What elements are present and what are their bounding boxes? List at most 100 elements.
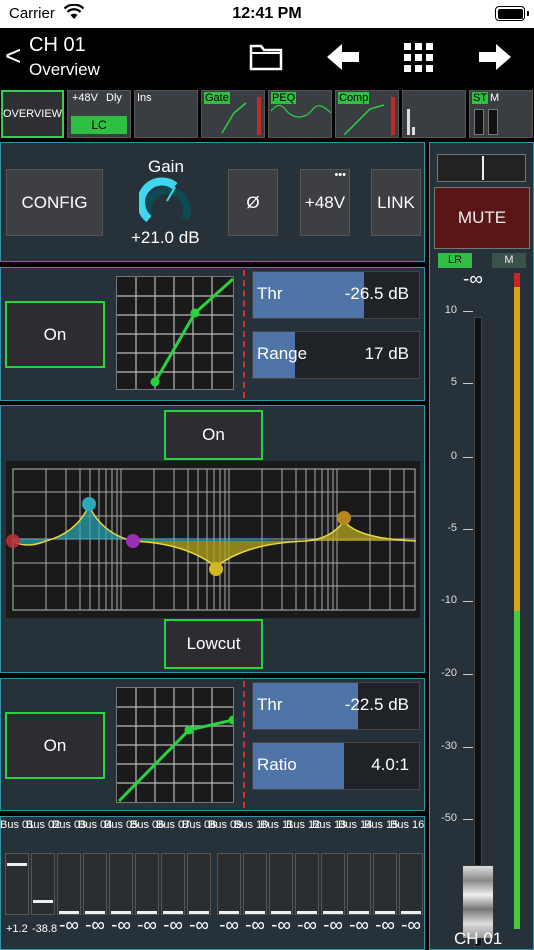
tab-preamp[interactable]: +48V Dly LC	[67, 90, 131, 138]
tab-overview[interactable]: OVERVIEW	[1, 90, 64, 138]
comp-ratio-param[interactable]: Ratio 4.0:1	[252, 742, 420, 790]
battery-icon	[495, 6, 525, 21]
bus-send-handle[interactable]	[349, 911, 369, 914]
back-chevron-icon[interactable]: <	[5, 42, 21, 70]
bus-send-fader[interactable]	[295, 853, 319, 915]
bus-send-fader[interactable]	[161, 853, 185, 915]
tab-peq[interactable]: PEQ	[268, 90, 332, 138]
fader-scale-tick	[463, 747, 473, 748]
fader-scale-label: -5	[447, 522, 457, 534]
eq-on-button[interactable]: On	[164, 410, 263, 460]
bus-send-fader[interactable]	[187, 853, 211, 915]
mono-assign-toggle[interactable]: M	[492, 253, 526, 268]
fader-scale-label: -10	[441, 594, 457, 606]
comp-on-button[interactable]: On	[5, 712, 105, 779]
pan-control[interactable]	[437, 154, 526, 182]
fader-scale-label: -30	[441, 740, 457, 752]
tab-comp[interactable]: Comp	[335, 90, 399, 138]
link-button[interactable]: LINK	[371, 169, 421, 236]
bus-send-handle[interactable]	[189, 911, 209, 914]
bus-send-fader[interactable]	[57, 853, 81, 915]
bus-send-handle[interactable]	[219, 911, 239, 914]
fader-track[interactable]	[474, 317, 482, 947]
bus-send-handle[interactable]	[297, 911, 317, 914]
bus-send-fader[interactable]	[217, 853, 241, 915]
level-meter	[514, 273, 520, 929]
config-button[interactable]: CONFIG	[6, 169, 103, 236]
channel-title[interactable]: CH 01	[29, 34, 86, 57]
lowcut-badge: LC	[71, 116, 127, 134]
bus-send-fader[interactable]	[5, 853, 29, 915]
bus-send-fader[interactable]	[83, 853, 107, 915]
tab-meter[interactable]	[402, 90, 466, 138]
gate-range-param[interactable]: Range 17 dB	[252, 331, 420, 379]
lowcut-button[interactable]: Lowcut	[164, 619, 263, 669]
bus-send-handle[interactable]	[401, 911, 421, 914]
header: < CH 01 Overview	[0, 28, 534, 88]
status-bar: Carrier 12:41 PM	[0, 0, 534, 28]
bus-send-fader[interactable]	[347, 853, 371, 915]
comp-curve-graph[interactable]	[116, 687, 234, 803]
gate-curve-graph[interactable]	[116, 276, 234, 390]
bus-send-handle[interactable]	[85, 911, 105, 914]
bus-send-fader[interactable]	[373, 853, 397, 915]
fader-panel: MUTE LR M -∞ 10 5 0 -5 -10 -20 -30 -50 CH 01	[429, 142, 534, 950]
comp-meter	[243, 681, 245, 808]
bus-send-fader[interactable]	[243, 853, 267, 915]
gain-value: +21.0 dB	[131, 228, 200, 247]
fader-handle[interactable]	[462, 865, 494, 939]
bus-send-handle[interactable]	[33, 899, 53, 903]
comp-threshold-param[interactable]: Thr -22.5 dB	[252, 682, 420, 730]
folder-icon[interactable]	[248, 40, 284, 74]
mute-button[interactable]: MUTE	[434, 187, 530, 249]
bus-send-value: +1.2	[6, 923, 28, 935]
gate-meter	[243, 270, 245, 398]
bus-send-fader[interactable]	[135, 853, 159, 915]
gate-thumb-curve	[221, 97, 261, 135]
phantom-power-button[interactable]: +48V •••	[300, 169, 350, 236]
clock: 12:41 PM	[232, 5, 302, 22]
fader-scale-label: 0	[450, 450, 457, 462]
bus-send-handle[interactable]	[111, 911, 131, 914]
eq-curve-graph[interactable]	[6, 461, 420, 618]
fader-scale-label: 5	[450, 376, 457, 388]
bus-sends-panel: Bus 01 +1.2 Bus 02 -38.8 Bus 03 -∞ Bus 04 -∞ Bus…	[0, 816, 425, 950]
gate-threshold-param[interactable]: Thr -26.5 dB	[252, 271, 420, 319]
gain-knob[interactable]	[139, 177, 195, 229]
fader-scale-tick	[463, 601, 473, 602]
fader-scale-tick	[463, 819, 473, 820]
fader-scale-tick	[463, 383, 473, 384]
bus-send-handle[interactable]	[323, 911, 343, 914]
bus-send-fader[interactable]	[109, 853, 133, 915]
gate-panel: On Thr -26.5 dB Range 17 dB	[0, 267, 425, 401]
bus-send-value: -∞	[401, 915, 421, 936]
bus-send-fader[interactable]	[31, 853, 55, 915]
phase-invert-button[interactable]: Ø	[228, 169, 278, 236]
peq-thumb-curve	[270, 104, 331, 118]
bus-send-handle[interactable]	[163, 911, 183, 914]
compressor-panel: On Thr -22.5 dB Ratio 4.0:1	[0, 678, 425, 811]
arrow-right-icon[interactable]	[477, 40, 513, 74]
gate-on-button[interactable]: On	[5, 301, 105, 368]
bus-send-handle[interactable]	[137, 911, 157, 914]
lr-assign-toggle[interactable]: LR	[438, 253, 472, 268]
bus-send-handle[interactable]	[7, 863, 27, 867]
fader-scale-tick	[463, 674, 473, 675]
bus-send-handle[interactable]	[245, 911, 265, 914]
bus-send-fader[interactable]	[269, 853, 293, 915]
arrow-left-icon[interactable]	[325, 40, 361, 74]
gain-label: Gain	[148, 157, 184, 176]
module-tabs: OVERVIEW +48V Dly LC Ins Gate PEQ Comp S…	[0, 88, 534, 140]
tab-routing[interactable]: ST M	[469, 90, 533, 138]
tab-insert[interactable]: Ins	[134, 90, 198, 138]
fader-scale-label: 10	[444, 304, 457, 316]
tab-gate[interactable]: Gate	[201, 90, 265, 138]
bus-send-handle[interactable]	[271, 911, 291, 914]
bus-send-handle[interactable]	[375, 911, 395, 914]
bus-send-fader[interactable]	[399, 853, 423, 915]
fader-scale-label: -20	[441, 667, 457, 679]
grid-icon[interactable]	[401, 40, 437, 74]
comp-thumb-curve	[343, 97, 395, 136]
bus-send-fader[interactable]	[321, 853, 345, 915]
bus-send-handle[interactable]	[59, 911, 79, 914]
